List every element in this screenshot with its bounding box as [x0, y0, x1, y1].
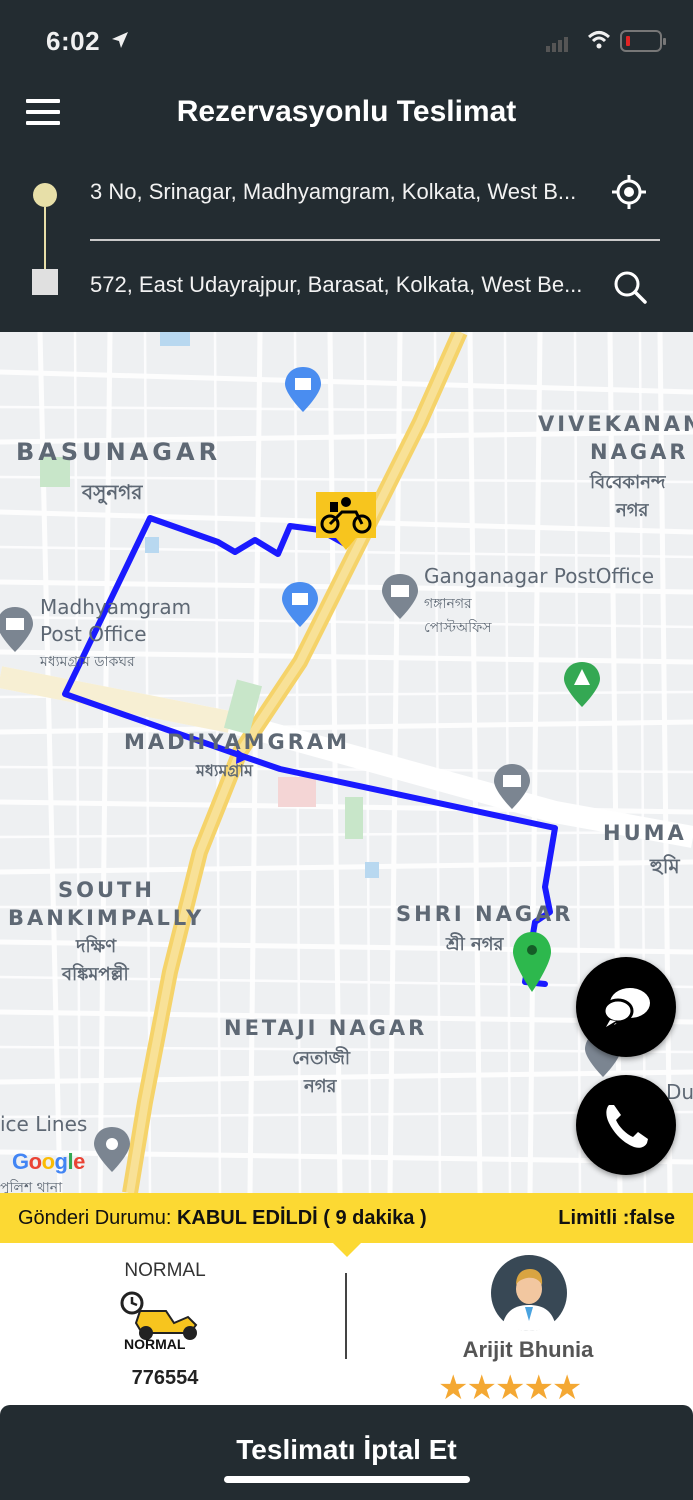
- map-label-vivekananda: VIVEKANAN: [538, 412, 693, 436]
- driver-name: Arijit Bhunia: [462, 1337, 594, 1362]
- call-button[interactable]: [576, 1075, 676, 1175]
- map-label-madhyamgram: MADHYAMGRAM: [124, 730, 351, 754]
- map-label-basunagar-bn: বসুনগর: [82, 480, 143, 504]
- driver-rating-stars: ★★★★★: [438, 1369, 582, 1407]
- info-divider: [345, 1273, 347, 1359]
- pickup-address-field[interactable]: 3 No, Srinagar, Madhyamgram, Kolkata, We…: [90, 179, 605, 205]
- map-label-south-bn: দক্ষিণ: [76, 936, 117, 957]
- app-header: Rezervasyonlu Teslimat: [0, 85, 693, 145]
- pickup-dot-icon: [33, 183, 57, 207]
- route-connector: [44, 207, 46, 269]
- map-label-ganganagar-po: Ganganagar PostOffice: [424, 564, 655, 588]
- status-bar: 6:02: [0, 0, 693, 85]
- map-label-shri-nagar-bn: শ্রী নগর: [446, 934, 504, 955]
- map-label-madhyamgram-po-2: Post Office: [40, 622, 147, 646]
- map-label-vivekananda-bn: বিবেকানন্দ: [590, 472, 666, 493]
- post-office-poi-icon: [0, 607, 33, 652]
- map-label-south: SOUTH: [58, 878, 155, 902]
- status-time: 6:02: [46, 26, 101, 56]
- shipment-status-label: Gönderi Durumu:: [18, 1207, 172, 1229]
- search-icon[interactable]: [612, 269, 648, 305]
- map-label-netaji-nagar: NETAJI NAGAR: [224, 1016, 428, 1040]
- cellular-signal-icon: [546, 34, 570, 52]
- map-label-ganganagar-po-bn: গঙ্গানগর: [424, 596, 472, 612]
- chat-bubble-icon: [602, 988, 650, 1027]
- service-type-label: NORMAL: [124, 1260, 206, 1281]
- google-logo: Google: [12, 1149, 85, 1174]
- dropoff-address-field[interactable]: 572, East Udayrajpur, Barasat, Kolkata, …: [90, 272, 605, 298]
- map-label-madhyamgram-po-bn: মধ্যমগ্রাম ডাকঘর: [40, 654, 135, 670]
- scooter-delivery-icon: NORMAL: [120, 1291, 198, 1351]
- map-label-netaji-nagar-bn: নগর: [304, 1076, 337, 1097]
- limit-status: Limitli :false: [558, 1207, 675, 1229]
- cancel-delivery-label: Teslimatı İptal Et: [236, 1434, 457, 1465]
- status-strip-pointer: [333, 1243, 361, 1257]
- map-label-vivekananda-bn-nagar: নগর: [616, 500, 649, 521]
- map-label-madhyamgram-bn: মধ্যমগ্রাম: [196, 761, 253, 780]
- scooter-icon-label: NORMAL: [124, 1336, 186, 1351]
- battery-icon: [620, 30, 666, 52]
- shipment-status-strip: Gönderi Durumu: KABUL EDİLDİ ( 9 dakika …: [0, 1193, 693, 1243]
- address-divider: [90, 239, 660, 241]
- map-label-vivekananda-nagar: NAGAR: [590, 440, 689, 464]
- service-code: 776554: [131, 1367, 199, 1389]
- delivery-info-panel: NORMAL NORMAL 776554 Arijit Bhunia ★★★★★: [0, 1243, 693, 1405]
- map-label-madhyamgram-po: Madhyamgram: [40, 595, 192, 619]
- map-view[interactable]: BASUNAGAR বসুনগর VIVEKANAN NAGAR বিবেকান…: [0, 332, 693, 1193]
- page-title: Rezervasyonlu Teslimat: [176, 95, 517, 128]
- map-label-huma: HUMA: [603, 821, 687, 845]
- map-label-netaji-bn: নেতাজী: [292, 1048, 351, 1069]
- shopping-poi-icon: [285, 367, 321, 412]
- current-location-icon[interactable]: [610, 173, 648, 211]
- location-arrow-icon: [112, 32, 128, 48]
- shipment-status: Gönderi Durumu: KABUL EDİLDİ ( 9 dakika …: [18, 1207, 427, 1230]
- shipment-status-value: KABUL EDİLDİ ( 9 dakika ): [176, 1207, 427, 1229]
- map-label-bankimpally: BANKIMPALLY: [8, 906, 205, 930]
- park-poi-icon: [564, 662, 600, 707]
- map-label-ice-lines: ice Lines: [0, 1112, 88, 1136]
- map-label-police-bn: পুলিশ থানা: [0, 1180, 63, 1193]
- address-panel: 3 No, Srinagar, Madhyamgram, Kolkata, We…: [0, 145, 693, 332]
- map-label-bankimpally-bn: বঙ্কিমপল্লী: [62, 964, 129, 985]
- dropoff-square-icon: [32, 269, 58, 295]
- chat-button[interactable]: [576, 957, 676, 1057]
- map-label-ganganagar-po-bn-2: পোস্টঅফিস: [424, 620, 492, 636]
- home-indicator[interactable]: [224, 1476, 470, 1483]
- wifi-icon: [588, 31, 610, 49]
- map-label-basunagar: BASUNAGAR: [16, 438, 222, 466]
- post-office-poi-icon: [382, 574, 418, 619]
- phone-icon: [606, 1105, 648, 1148]
- map-label-huma-bn: হুমি: [650, 854, 680, 878]
- map-label-shri-nagar: SHRI NAGAR: [396, 902, 574, 926]
- cancel-delivery-button[interactable]: Teslimatı İptal Et: [0, 1405, 693, 1500]
- driver-avatar[interactable]: [491, 1255, 567, 1331]
